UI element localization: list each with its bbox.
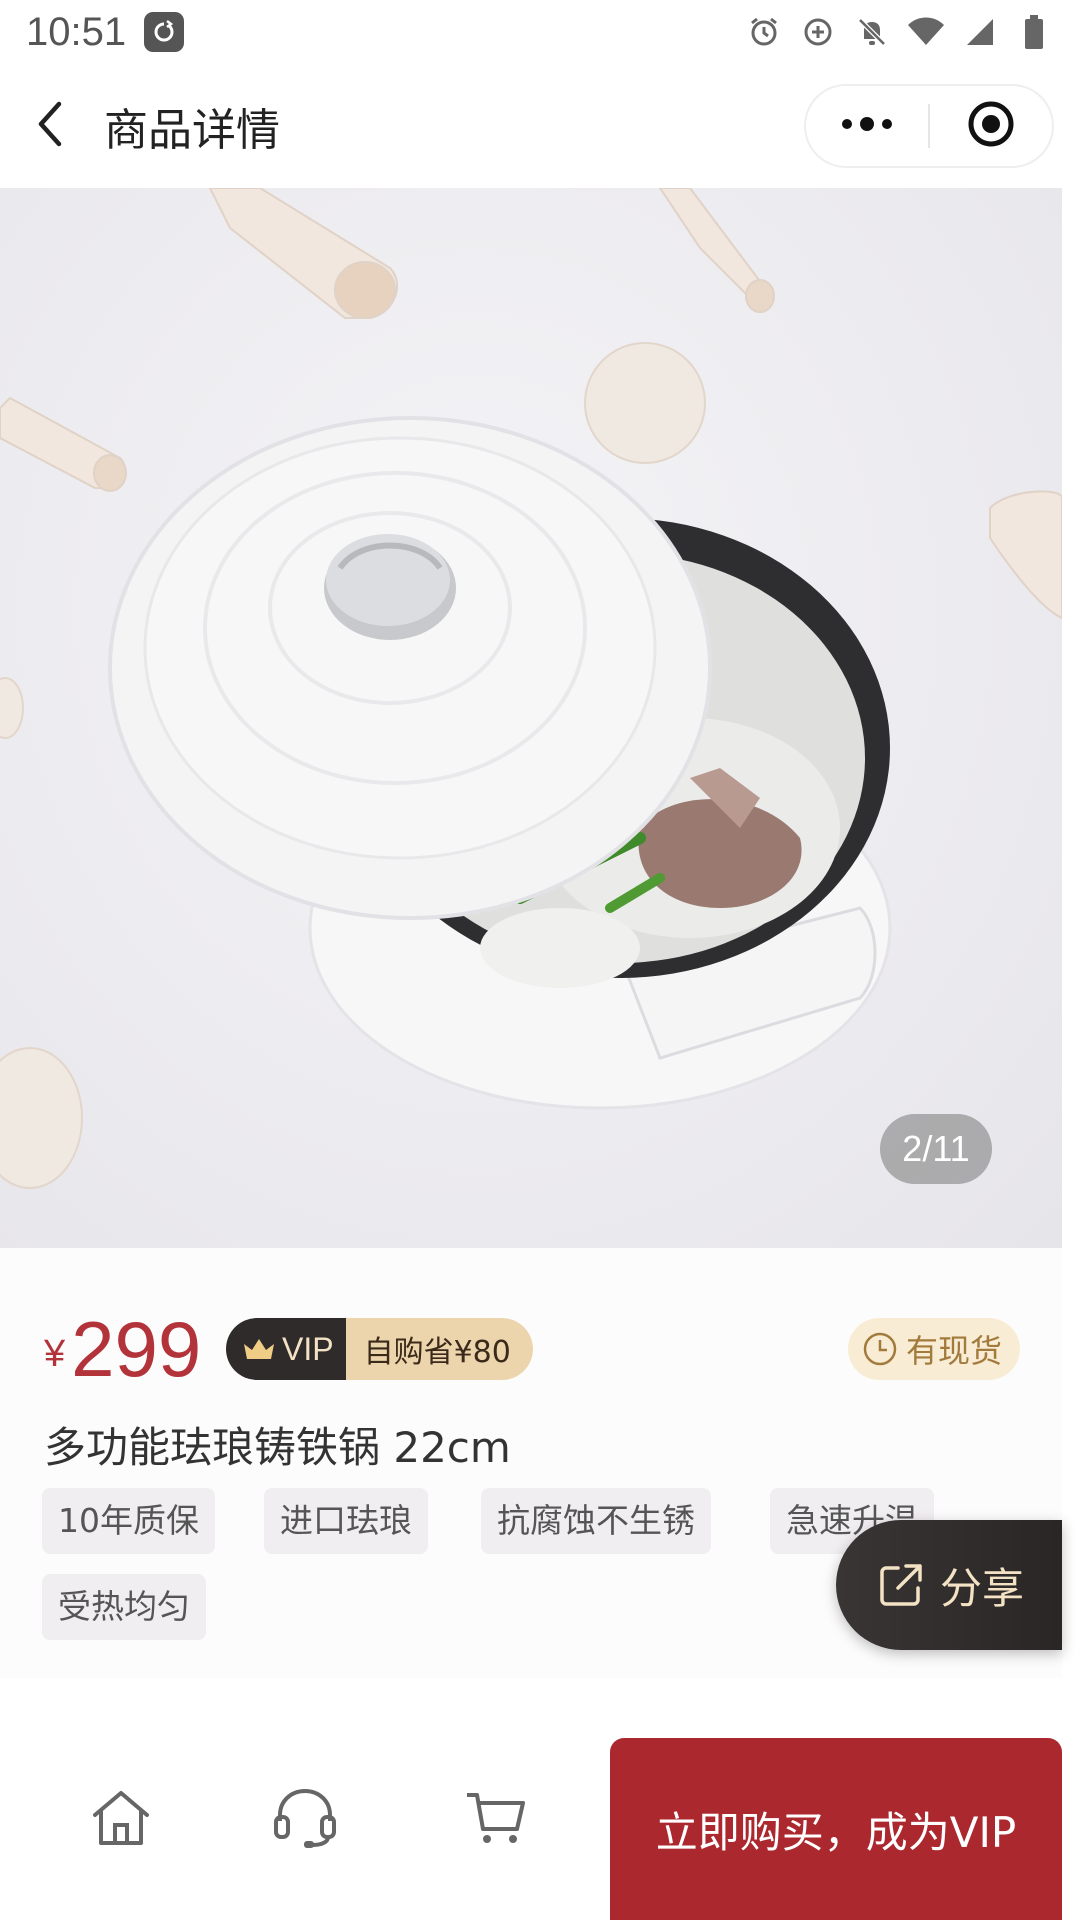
battery-icon (1014, 12, 1054, 52)
home-button[interactable] (86, 1784, 156, 1854)
share-label: 分享 (940, 1563, 1025, 1613)
chevron-left-icon (35, 100, 65, 152)
signal-icon (960, 12, 1000, 52)
feature-tag: 抗腐蚀不生锈 (481, 1488, 711, 1554)
buy-now-become-vip-button[interactable]: 立即购买，成为VIP (610, 1738, 1062, 1920)
wifi-icon (906, 12, 946, 52)
vip-badge: VIP 自购省¥80 (226, 1318, 533, 1380)
bottom-action-bar: 立即购买，成为VIP (0, 1702, 1080, 1920)
cart-icon (463, 1787, 527, 1851)
feature-tag: 10年质保 (42, 1488, 215, 1554)
close-mini-program-button[interactable] (930, 86, 1052, 166)
mini-program-capsule (804, 84, 1054, 168)
alarm-icon (744, 12, 784, 52)
status-time: 10:51 (26, 9, 127, 54)
target-circle-icon (967, 100, 1015, 152)
nav-bar: 商品详情 (0, 64, 1080, 188)
share-button[interactable]: 分享 (836, 1520, 1062, 1650)
vip-saving: 自购省¥80 (345, 1318, 533, 1380)
image-counter: 2/11 (880, 1114, 992, 1184)
cart-button[interactable] (460, 1784, 530, 1854)
feature-tag: 受热均匀 (42, 1574, 206, 1640)
product-title: 多功能珐琅铸铁锅 22cm (44, 1423, 511, 1472)
product-info: ¥ 299 VIP 自购省¥80 有现货 多功能珐琅铸铁锅 22cm 10年质保… (0, 1248, 1062, 1678)
home-icon (89, 1787, 153, 1851)
price-value: 299 (71, 1305, 202, 1393)
price-row: ¥ 299 (44, 1310, 201, 1388)
back-button[interactable] (0, 64, 100, 188)
data-saver-icon (798, 12, 838, 52)
crown-icon (242, 1336, 276, 1362)
product-image-carousel[interactable]: 2/11 (0, 188, 1062, 1248)
bell-off-icon (852, 12, 892, 52)
customer-service-icon (272, 1785, 338, 1853)
clock-icon (862, 1331, 898, 1367)
stock-label: 有现货 (905, 1332, 1002, 1370)
status-bar: 10:51 (0, 0, 1080, 64)
page-title: 商品详情 (104, 105, 280, 156)
stock-badge: 有现货 (847, 1318, 1020, 1380)
more-button[interactable] (806, 86, 928, 166)
customer-service-button[interactable] (270, 1784, 340, 1854)
vip-label: VIP (282, 1330, 334, 1367)
share-icon (878, 1562, 924, 1608)
app-icon (144, 12, 185, 52)
feature-tag: 进口珐琅 (264, 1488, 428, 1554)
more-dots-icon (840, 116, 894, 136)
price-currency: ¥ (44, 1333, 66, 1375)
vip-label-part: VIP (226, 1318, 346, 1380)
product-photo (0, 188, 1062, 1189)
